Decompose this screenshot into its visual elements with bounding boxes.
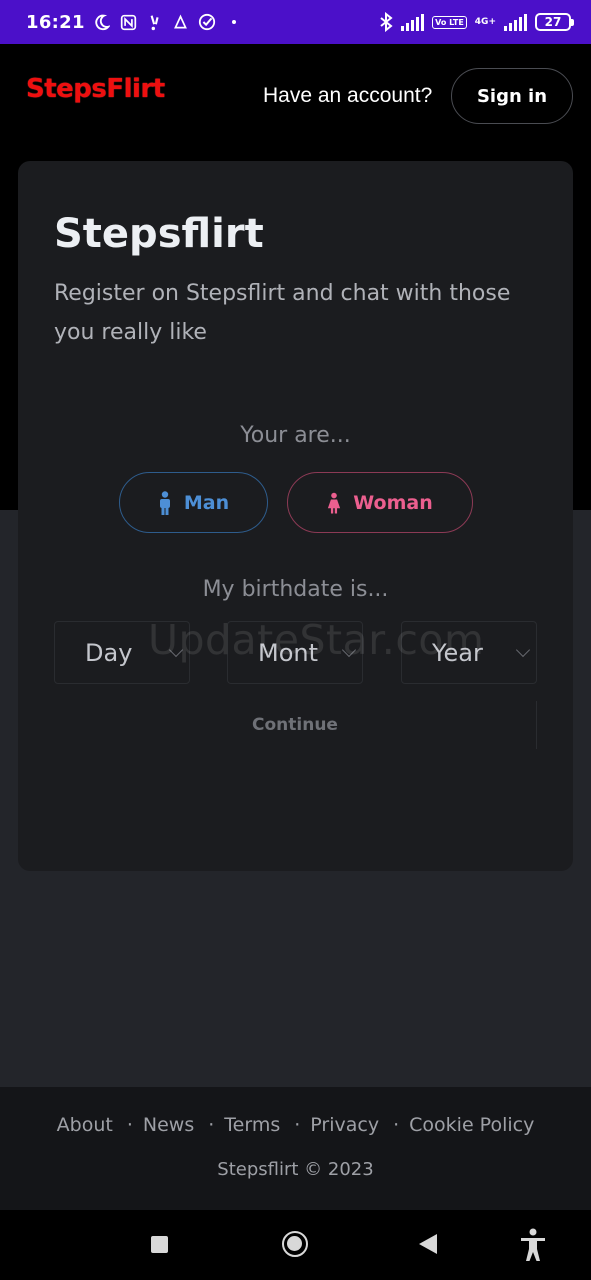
- man-button[interactable]: Man: [119, 472, 268, 533]
- copyright: Stepsflirt © 2023: [217, 1159, 374, 1180]
- year-select-value: Year: [432, 638, 483, 667]
- card-subtitle: Register on Stepsflirt and chat with tho…: [54, 281, 511, 345]
- status-time: 16:21: [26, 11, 85, 33]
- chevron-down-icon: [168, 642, 184, 658]
- battery-level: 27: [544, 15, 562, 29]
- network-type: 4G+: [474, 16, 496, 27]
- signal-icon: [401, 13, 425, 31]
- day-select[interactable]: Day: [54, 621, 190, 684]
- female-icon: [328, 492, 341, 513]
- status-bar: 16:21 Vo LTE 4G+ 27: [0, 0, 591, 44]
- footer: About · News · Terms · Privacy · Cookie …: [0, 1087, 591, 1210]
- separator-dot: ·: [393, 1114, 400, 1136]
- woman-button[interactable]: Woman: [287, 472, 473, 533]
- birthdate-label: My birthdate is...: [202, 577, 389, 602]
- status-left-icons: [93, 13, 236, 31]
- check-icon: [198, 13, 215, 31]
- home-icon[interactable]: [282, 1231, 308, 1257]
- battery-icon: 27: [535, 13, 574, 31]
- volte-badge: Vo LTE: [432, 15, 467, 29]
- footer-link-terms[interactable]: Terms: [224, 1114, 280, 1136]
- back-icon[interactable]: [419, 1234, 437, 1254]
- continue-button[interactable]: Continue: [54, 701, 537, 749]
- month-select[interactable]: Mont: [227, 621, 363, 684]
- signal-icon: [504, 13, 527, 31]
- registration-card: Stepsflirt Register on Stepsflirt and ch…: [18, 161, 573, 871]
- dot-icon: [231, 20, 236, 24]
- chevron-down-icon: [341, 642, 357, 658]
- male-icon: [159, 490, 170, 515]
- signal-alert-icon: [150, 14, 159, 30]
- recents-icon[interactable]: [151, 1236, 168, 1253]
- sign-in-button[interactable]: Sign in: [451, 68, 573, 124]
- footer-link-cookie-policy[interactable]: Cookie Policy: [409, 1114, 534, 1136]
- have-account-text: Have an account?: [263, 84, 433, 107]
- moon-icon: [95, 14, 110, 30]
- year-select[interactable]: Year: [401, 621, 537, 684]
- bluetooth-icon: [380, 12, 393, 32]
- separator-dot: ·: [208, 1114, 215, 1136]
- card-title: Stepsflirt: [54, 211, 264, 257]
- chevron-down-icon: [515, 642, 531, 658]
- month-select-value: Mont: [258, 638, 319, 667]
- separator-dot: ·: [294, 1114, 301, 1136]
- separator-dot: ·: [126, 1114, 133, 1136]
- accessibility-icon[interactable]: [519, 1228, 547, 1262]
- status-right-icons: Vo LTE 4G+ 27: [379, 12, 574, 32]
- footer-link-privacy[interactable]: Privacy: [310, 1114, 379, 1136]
- notification-icon: [173, 14, 187, 28]
- navigation-bar: [0, 1210, 591, 1280]
- man-label: Man: [183, 491, 230, 514]
- gender-label: Your are...: [240, 423, 351, 448]
- footer-links: About · News · Terms · Privacy · Cookie …: [0, 1114, 591, 1136]
- woman-label: Woman: [353, 491, 433, 514]
- logo[interactable]: StepsFlirt: [26, 74, 165, 104]
- footer-link-news[interactable]: News: [143, 1114, 194, 1136]
- day-select-value: Day: [85, 638, 133, 667]
- nfc-icon: [120, 14, 136, 30]
- footer-link-about[interactable]: About: [57, 1114, 113, 1136]
